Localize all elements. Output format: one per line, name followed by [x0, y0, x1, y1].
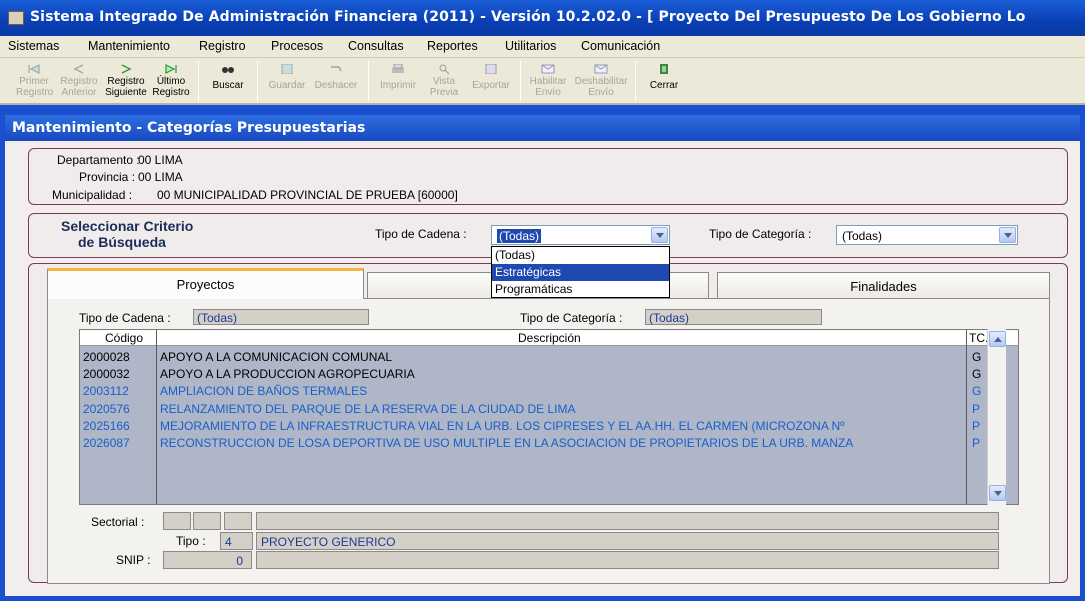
undo-icon — [331, 66, 342, 72]
exportar-button[interactable]: Exportar — [468, 58, 514, 104]
table-row[interactable]: 2000028 APOYO A LA COMUNICACION COMUNAL … — [80, 348, 1018, 365]
menu-utilitarios[interactable]: Utilitarios — [505, 39, 556, 53]
registro-siguiente-button[interactable]: Registro Siguiente — [104, 58, 148, 104]
save-icon — [281, 64, 293, 74]
cerrar-button[interactable]: Cerrar — [642, 58, 686, 104]
title-bar: Sistema Integrado De Administración Fina… — [0, 0, 1085, 36]
header-tc[interactable]: TC. — [969, 331, 988, 345]
tipo-cadena-dropdown-list: (Todas) Estratégicas Programáticas — [491, 246, 670, 298]
app-icon — [8, 11, 24, 25]
tipo-cadena-select[interactable]: (Todas) — [491, 225, 670, 245]
filter-tipo-categoria-label: Tipo de Categoría : — [520, 311, 623, 325]
criteria-heading-2: de Búsqueda — [78, 234, 166, 250]
departamento-label: Departamento : — [57, 153, 140, 167]
toolbar-separator — [368, 61, 369, 101]
first-record-icon — [28, 64, 40, 74]
export-icon — [485, 64, 497, 74]
menu-procesos[interactable]: Procesos — [271, 39, 323, 53]
dropdown-option-estrategicas[interactable]: Estratégicas — [492, 264, 669, 281]
sectorial-field-2 — [193, 512, 221, 530]
filter-tipo-cadena-label: Tipo de Cadena : — [79, 311, 171, 325]
grid-header: Código Descripción TC. — [80, 330, 1018, 346]
departamento-value: 00 LIMA — [138, 153, 183, 167]
provincia-label: Provincia : — [79, 170, 136, 184]
tipo-categoria-select[interactable]: (Todas) — [836, 225, 1018, 245]
exit-door-icon — [660, 64, 668, 74]
sectorial-field-3 — [224, 512, 252, 530]
scroll-up-icon[interactable] — [989, 331, 1006, 347]
tipo-label: Tipo : — [176, 534, 206, 548]
envelope-disable-icon — [594, 64, 608, 74]
registro-anterior-button[interactable]: Registro Anterior — [58, 58, 100, 104]
tipo-cadena-label: Tipo de Cadena : — [375, 227, 467, 241]
toolbar-separator — [198, 61, 199, 101]
header-descripcion[interactable]: Descripción — [518, 331, 581, 345]
menu-comunicacion[interactable]: Comunicación — [581, 39, 660, 53]
dropdown-option-todas[interactable]: (Todas) — [492, 247, 669, 264]
municipalidad-label: Municipalidad : — [52, 188, 133, 202]
filter-tipo-cadena-field: (Todas) — [193, 309, 369, 325]
tab-finalidades[interactable]: Finalidades — [717, 272, 1050, 298]
toolbar-separator — [635, 61, 636, 101]
criteria-heading-1: Seleccionar Criterio — [61, 218, 194, 234]
toolbar-separator — [257, 61, 258, 101]
menu-bar: Sistemas Mantenimiento Registro Procesos… — [0, 36, 1085, 58]
envelope-enable-icon — [541, 64, 555, 74]
imprimir-button[interactable]: Imprimir — [376, 58, 420, 104]
filter-tipo-categoria-field: (Todas) — [645, 309, 822, 325]
snip-label: SNIP : — [116, 553, 151, 567]
menu-registro[interactable]: Registro — [199, 39, 246, 53]
menu-consultas[interactable]: Consultas — [348, 39, 404, 53]
sectorial-description-field — [256, 512, 999, 530]
grid-scrollbar[interactable] — [987, 329, 1006, 505]
table-row[interactable]: 2025166 MEJORAMIENTO DE LA INFRAESTRUCTU… — [80, 417, 1018, 434]
chevron-down-icon[interactable] — [651, 227, 668, 243]
municipalidad-value: 00 MUNICIPALIDAD PROVINCIAL DE PRUEBA [6… — [157, 188, 458, 202]
primer-registro-button[interactable]: Primer Registro — [16, 58, 53, 104]
toolbar-separator — [520, 61, 521, 101]
sectorial-label: Sectorial : — [91, 515, 145, 529]
deshacer-button[interactable]: Deshacer — [312, 58, 360, 104]
guardar-button[interactable]: Guardar — [265, 58, 309, 104]
snip-description-field — [256, 551, 999, 569]
panel-title: Mantenimiento - Categorías Presupuestari… — [5, 115, 1080, 141]
sectorial-field-1 — [163, 512, 191, 530]
tab-proyectos[interactable]: Proyectos — [47, 268, 364, 299]
vista-previa-button[interactable]: Vista Previa — [424, 58, 464, 104]
table-row[interactable]: 2026087 RECONSTRUCCION DE LOSA DEPORTIVA… — [80, 434, 1018, 451]
tipo-code-field: 4 — [220, 532, 253, 550]
table-row[interactable]: 2020576 RELANZAMIENTO DEL PARQUE DE LA R… — [80, 400, 1018, 417]
deshabilitar-envio-button[interactable]: Deshabilitar Envío — [574, 58, 628, 104]
chevron-down-icon[interactable] — [999, 227, 1016, 243]
menu-reportes[interactable]: Reportes — [427, 39, 478, 53]
provincia-value: 00 LIMA — [138, 170, 183, 184]
last-record-icon — [165, 64, 177, 74]
tipo-description-field: PROYECTO GENERICO — [256, 532, 999, 550]
menu-mantenimiento[interactable]: Mantenimiento — [88, 39, 170, 53]
ultimo-registro-button[interactable]: Último Registro — [150, 58, 192, 104]
toolbar: Primer Registro Registro Anterior Registro… — [0, 58, 1085, 105]
menu-sistemas[interactable]: Sistemas — [8, 39, 59, 53]
habilitar-envio-button[interactable]: Habilitar Envío — [526, 58, 570, 104]
buscar-button[interactable]: Buscar — [207, 58, 249, 104]
snip-field: 0 — [163, 551, 252, 569]
table-row[interactable]: 2003112 AMPLIACION DE BAÑOS TERMALES G — [80, 382, 1018, 399]
next-record-icon — [121, 64, 132, 74]
scroll-down-icon[interactable] — [989, 485, 1006, 501]
window-title: Sistema Integrado De Administración Fina… — [30, 9, 1026, 25]
preview-icon — [439, 64, 450, 74]
header-codigo[interactable]: Código — [105, 331, 143, 345]
projects-grid: Código Descripción TC. 2000028 APOYO A L… — [79, 329, 1019, 505]
dropdown-option-programaticas[interactable]: Programáticas — [492, 281, 669, 298]
binoculars-icon — [222, 67, 234, 73]
printer-icon — [392, 64, 404, 73]
tipo-categoria-label: Tipo de Categoría : — [709, 227, 812, 241]
table-row[interactable]: 2000032 APOYO A LA PRODUCCION AGROPECUAR… — [80, 365, 1018, 382]
previous-record-icon — [73, 64, 84, 74]
application-window: Sistema Integrado De Administración Fina… — [0, 0, 1085, 601]
